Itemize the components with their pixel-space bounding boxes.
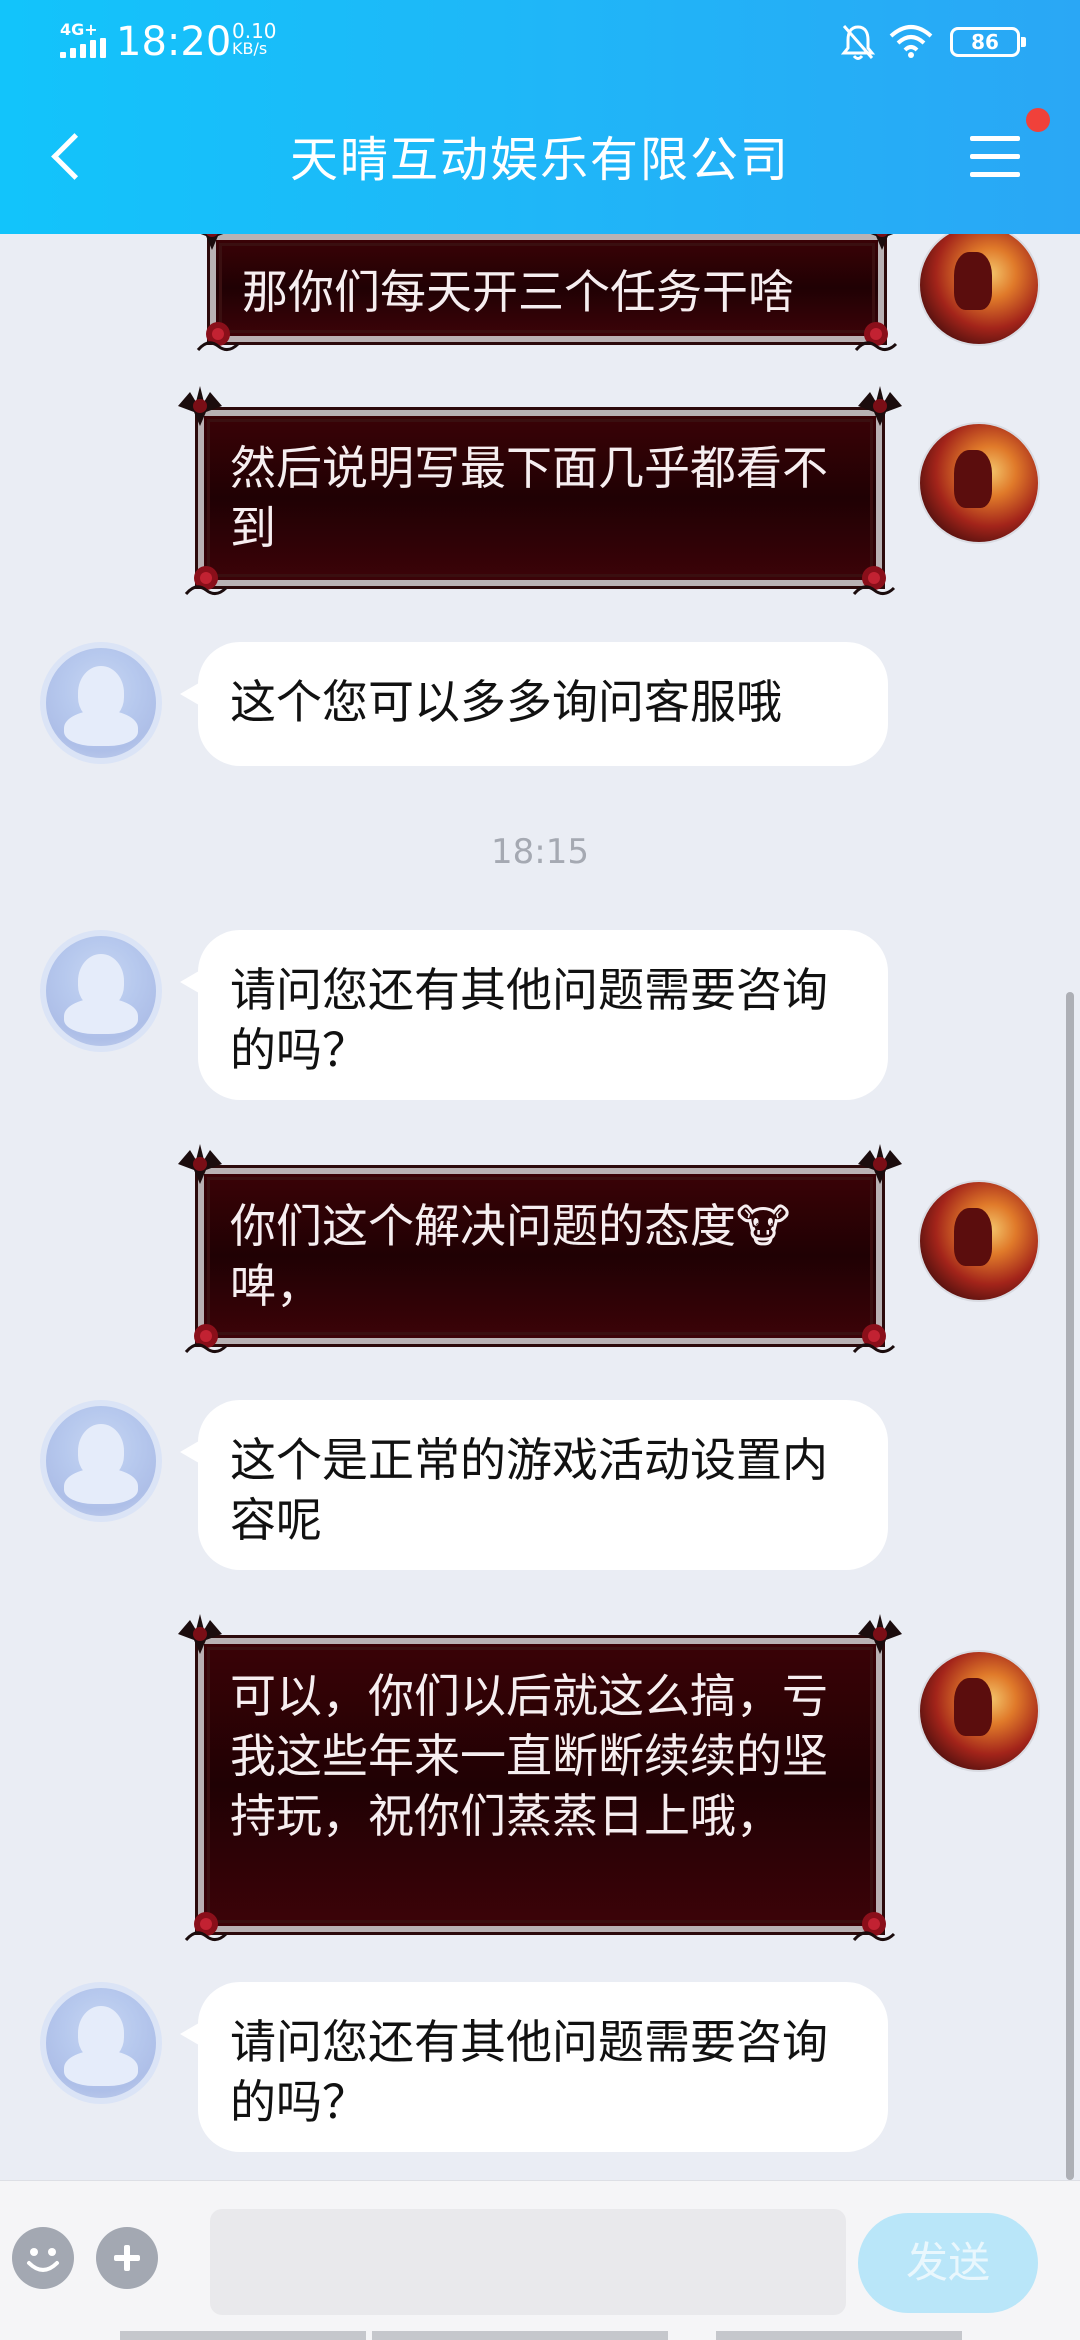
rose-ornament-icon <box>852 566 896 595</box>
bat-ornament-icon <box>178 386 222 426</box>
user-avatar[interactable] <box>918 1650 1040 1772</box>
rose-ornament-icon <box>184 1912 228 1941</box>
back-button[interactable] <box>36 128 96 188</box>
nav-bar: 天晴互动娱乐有限公司 <box>0 100 1080 220</box>
menu-button[interactable] <box>966 130 1026 186</box>
notification-dot <box>1026 108 1050 132</box>
bat-ornament-icon <box>858 1614 902 1654</box>
message-bubble: 这个您可以多多询问客服哦 <box>180 642 888 766</box>
message-text: 请问您还有其他问题需要咨询的吗？ <box>230 963 828 1077</box>
status-time: 18:20 <box>116 19 232 65</box>
rose-ornament-icon <box>184 1324 228 1353</box>
message-bubble: 这个是正常的游戏活动设置内容呢 <box>180 1400 888 1570</box>
chat-timestamp: 18:15 <box>491 832 589 872</box>
user-avatar[interactable] <box>918 234 1040 346</box>
home-indicator <box>372 2331 668 2340</box>
message-text: 这个是正常的游戏活动设置内容呢 <box>230 1433 828 1547</box>
rose-ornament-icon <box>852 1912 896 1941</box>
status-bar: 4G+ 18:20 0.10 KB/s 86 <box>0 0 1080 84</box>
network-speed-value: 0.10 <box>232 19 277 43</box>
message-text: 那你们每天开三个任务干啥 <box>242 265 794 319</box>
message-bubble: 然后说明写最下面几乎都看不到 <box>178 386 902 595</box>
rose-ornament-icon <box>196 322 240 351</box>
rose-ornament-icon <box>184 566 228 595</box>
network-speed: 0.10 KB/s <box>232 19 277 58</box>
message-text: 请问您还有其他问题需要咨询的吗？ <box>230 2015 828 2129</box>
network-type: 4G+ <box>60 20 98 39</box>
input-bar: 发送 <box>0 2180 1080 2340</box>
service-avatar[interactable] <box>40 930 162 1052</box>
rose-ornament-icon <box>854 322 898 351</box>
message-text: 然后说明写最下面几乎都看不到 <box>230 441 828 555</box>
send-button[interactable]: 发送 <box>858 2213 1038 2313</box>
bat-ornament-icon <box>858 386 902 426</box>
bat-ornament-icon <box>870 234 894 250</box>
wifi-icon <box>889 25 933 58</box>
bat-ornament-icon <box>178 1614 222 1654</box>
emoji-button[interactable] <box>12 2227 74 2289</box>
message-input[interactable] <box>210 2209 846 2315</box>
chat-scrollbar[interactable] <box>1066 992 1074 2180</box>
service-avatar[interactable] <box>40 1982 162 2104</box>
user-avatar[interactable] <box>918 422 1040 544</box>
message-bubble: 你们这个解决问题的态度🐮啤， <box>178 1144 902 1353</box>
battery-icon: 86 <box>950 27 1026 57</box>
bat-ornament-icon <box>858 1144 902 1184</box>
message-bubble: 请问您还有其他问题需要咨询的吗？ <box>180 930 888 1100</box>
signal-icon <box>60 38 106 58</box>
bell-muted-icon <box>840 25 876 60</box>
service-avatar[interactable] <box>40 642 162 764</box>
rose-ornament-icon <box>852 1324 896 1353</box>
message-bubble: 那你们每天开三个任务干啥 <box>196 234 898 351</box>
message-bubble: 可以，你们以后就这么搞，亏我这些年来一直断断续续的坚持玩，祝你们蒸蒸日上哦， <box>178 1614 902 1941</box>
home-indicator <box>120 2331 366 2340</box>
message-text: 你们这个解决问题的态度🐮啤， <box>230 1199 791 1313</box>
message-text: 可以，你们以后就这么搞，亏我这些年来一直断断续续的坚持玩，祝你们蒸蒸日上哦， <box>230 1669 828 1843</box>
home-indicator <box>716 2331 962 2340</box>
chat-title: 天晴互动娱乐有限公司 <box>289 132 790 188</box>
app-header: 4G+ 18:20 0.10 KB/s 86 天晴互动娱乐有限公司 <box>0 0 1080 234</box>
plus-button[interactable] <box>96 2227 158 2289</box>
service-avatar[interactable] <box>40 1400 162 1522</box>
emoji-icon <box>27 2248 59 2272</box>
chat-history[interactable]: 那你们每天开三个任务干啥 然后说明写最下面几乎都看不到 这个您可以多多询问客服哦… <box>0 234 1080 2180</box>
message-text: 这个您可以多多询问客服哦 <box>230 675 782 729</box>
message-bubble: 请问您还有其他问题需要咨询的吗？ <box>180 1982 888 2152</box>
bat-ornament-icon <box>200 234 224 250</box>
user-avatar[interactable] <box>918 1180 1040 1302</box>
bat-ornament-icon <box>178 1144 222 1184</box>
